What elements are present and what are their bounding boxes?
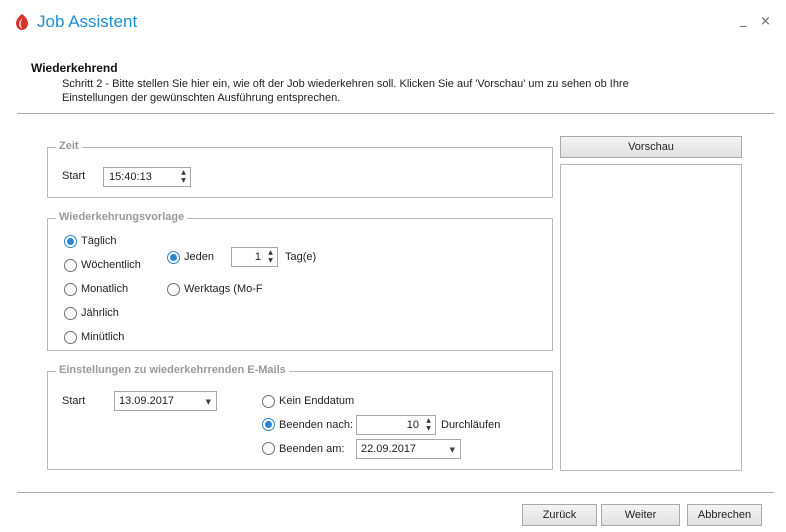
close-button[interactable]: × bbox=[760, 14, 771, 29]
back-button[interactable]: Zurück bbox=[522, 504, 597, 526]
radio-monatlich[interactable] bbox=[64, 283, 77, 296]
emails-legend: Einstellungen zu wiederkehrrenden E-Mail… bbox=[56, 364, 289, 376]
durchlaeufe-count-input[interactable]: 10 ▲ ▼ bbox=[356, 415, 436, 435]
vorlage-group: Wiederkehrungsvorlage Täglich Wöchentlic… bbox=[47, 211, 553, 351]
beenden-am-date-value: 22.09.2017 bbox=[361, 443, 417, 455]
spin-down-icon[interactable]: ▼ bbox=[266, 257, 275, 265]
option-jaehrlich-label[interactable]: Jährlich bbox=[81, 307, 119, 319]
next-button[interactable]: Weiter bbox=[601, 504, 680, 526]
emails-start-label: Start bbox=[62, 395, 86, 407]
header-divider bbox=[17, 113, 774, 114]
zeit-group: Zeit Start 15:40:13 ▲ ▼ bbox=[47, 140, 553, 198]
dropdown-arrow-icon[interactable]: ▼ bbox=[450, 446, 455, 454]
cancel-button[interactable]: Abbrechen bbox=[687, 504, 762, 526]
minimize-button[interactable]: _ bbox=[740, 13, 747, 28]
jeden-days-input[interactable]: 1 ▲ ▼ bbox=[231, 247, 278, 267]
spin-up-icon[interactable]: ▲ bbox=[179, 169, 188, 177]
footer-divider bbox=[17, 492, 774, 493]
beenden-am-date-picker[interactable]: 22.09.2017 ▼ bbox=[356, 439, 461, 459]
jeden-days-value: 1 bbox=[254, 251, 261, 263]
preview-panel bbox=[560, 164, 742, 471]
kein-enddatum-label[interactable]: Kein Enddatum bbox=[279, 395, 354, 407]
option-woechentlich-label[interactable]: Wöchentlich bbox=[81, 259, 141, 271]
radio-beenden-am[interactable] bbox=[262, 442, 275, 455]
zeit-start-time-input[interactable]: 15:40:13 ▲ ▼ bbox=[103, 167, 191, 187]
jeden-spinner: ▲ ▼ bbox=[266, 249, 275, 265]
app-logo-icon bbox=[16, 14, 28, 30]
radio-taeglich[interactable] bbox=[64, 235, 77, 248]
step-description: Schritt 2 - Bitte stellen Sie hier ein, … bbox=[62, 78, 629, 104]
radio-jeden[interactable] bbox=[167, 251, 180, 264]
spin-up-icon[interactable]: ▲ bbox=[424, 417, 433, 425]
durchlaeufe-label: Durchläufen bbox=[441, 419, 501, 431]
option-minuetlich-label[interactable]: Minütlich bbox=[81, 331, 124, 343]
window-title: Job Assistent bbox=[37, 12, 138, 31]
radio-jaehrlich[interactable] bbox=[64, 307, 77, 320]
beenden-nach-label[interactable]: Beenden nach: bbox=[279, 419, 353, 431]
durchlaeufe-spinner: ▲ ▼ bbox=[424, 417, 433, 433]
zeit-start-value: 15:40:13 bbox=[109, 171, 152, 183]
emails-group: Einstellungen zu wiederkehrrenden E-Mail… bbox=[47, 364, 553, 470]
werktags-label[interactable]: Werktags (Mo-F bbox=[184, 283, 263, 295]
dropdown-arrow-icon[interactable]: ▼ bbox=[206, 398, 211, 406]
emails-start-date-value: 13.09.2017 bbox=[119, 395, 175, 407]
zeit-legend: Zeit bbox=[56, 140, 82, 152]
zeit-spinner: ▲ ▼ bbox=[179, 169, 188, 185]
radio-beenden-nach[interactable] bbox=[262, 418, 275, 431]
radio-woechentlich[interactable] bbox=[64, 259, 77, 272]
vorschau-button[interactable]: Vorschau bbox=[560, 136, 742, 158]
option-taeglich-label[interactable]: Täglich bbox=[81, 235, 116, 247]
radio-werktags[interactable] bbox=[167, 283, 180, 296]
option-monatlich-label[interactable]: Monatlich bbox=[81, 283, 128, 295]
spin-down-icon[interactable]: ▼ bbox=[179, 177, 188, 185]
beenden-am-label[interactable]: Beenden am: bbox=[279, 443, 344, 455]
radio-kein-enddatum[interactable] bbox=[262, 395, 275, 408]
vorlage-legend: Wiederkehrungsvorlage bbox=[56, 211, 188, 223]
jeden-label[interactable]: Jeden bbox=[184, 251, 214, 263]
spin-up-icon[interactable]: ▲ bbox=[266, 249, 275, 257]
radio-minuetlich[interactable] bbox=[64, 331, 77, 344]
step-title: Wiederkehrend bbox=[31, 61, 118, 75]
zeit-start-label: Start bbox=[62, 170, 86, 182]
emails-start-date-picker[interactable]: 13.09.2017 ▼ bbox=[114, 391, 217, 411]
spin-down-icon[interactable]: ▼ bbox=[424, 425, 433, 433]
tag-unit-label: Tag(e) bbox=[285, 251, 317, 263]
title-bar: Job Assistent _ × bbox=[0, 0, 786, 48]
durchlaeufe-count-value: 10 bbox=[406, 419, 419, 431]
